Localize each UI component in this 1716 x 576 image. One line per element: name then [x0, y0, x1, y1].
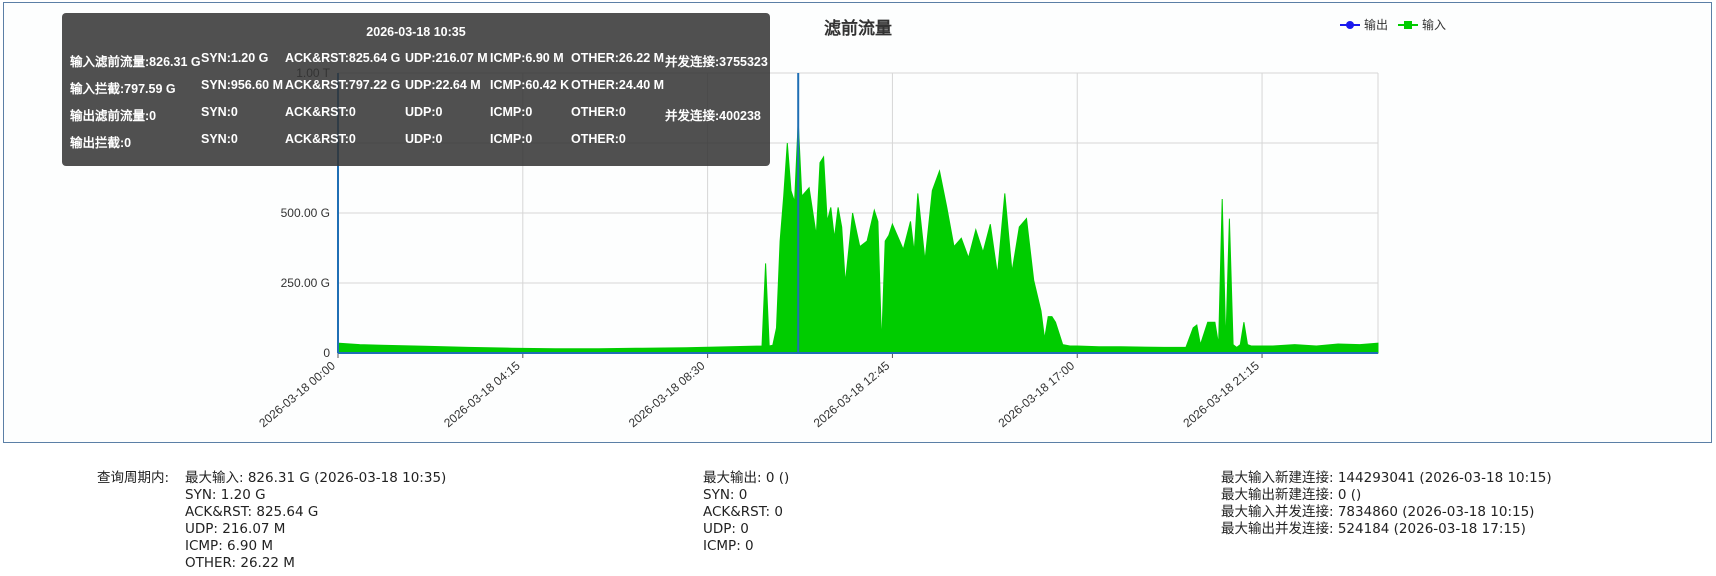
summary-line: 最大输出新建连接: 0 ()	[1221, 487, 1362, 503]
tooltip-title: 2026-03-18 10:35	[366, 25, 466, 39]
legend-item-output[interactable]: 输出	[1340, 16, 1388, 33]
x-tick-label: 2026-03-18 00:00	[256, 358, 338, 430]
summary-line: ICMP: 6.90 M	[185, 538, 274, 554]
summary-line: UDP: 0	[703, 521, 749, 537]
tooltip-cell: ACK&RST:825.64 G	[285, 51, 401, 65]
tooltip-cell: 并发连接:400238	[665, 109, 761, 123]
summary-line: 最大输出并发连接: 524184 (2026-03-18 17:15)	[1221, 521, 1526, 537]
tooltip-cell: ACK&RST:797.22 G	[285, 78, 401, 92]
legend-output-marker	[1340, 19, 1360, 31]
legend-input-marker	[1398, 19, 1419, 31]
summary-line: SYN: 0	[703, 487, 748, 503]
tooltip-cell: ACK&RST:0	[285, 132, 356, 146]
x-tick-label: 2026-03-18 17:00	[996, 358, 1078, 430]
legend-input-label: 输入	[1422, 18, 1447, 32]
tooltip-cell: UDP:0	[405, 132, 443, 146]
x-tick-label: 2026-03-18 21:15	[1180, 358, 1262, 430]
summary-line: 最大输出: 0 ()	[703, 470, 790, 486]
tooltip-cell: 输出滤前流量:0	[70, 109, 157, 123]
tooltip-cell: SYN:1.20 G	[201, 51, 269, 65]
tooltip-cell: SYN:956.60 M	[201, 78, 283, 92]
x-tick-label: 2026-03-18 12:45	[811, 358, 893, 430]
tooltip-cell: 输入滤前流量:826.31 G	[70, 55, 201, 69]
tooltip-cell: ICMP:0	[490, 132, 533, 146]
y-tick-label: 500.00 G	[281, 206, 330, 220]
tooltip-cell: UDP:22.64 M	[405, 78, 481, 92]
tooltip-cell: ICMP:60.42 K	[490, 78, 570, 92]
tooltip: 2026-03-18 10:35 输入滤前流量:826.31 G SYN:1.20…	[62, 13, 770, 166]
summary-line: 最大输入: 826.31 G (2026-03-18 10:35)	[185, 470, 447, 486]
tooltip-cell: 输出拦截:0	[70, 136, 132, 150]
legend: 输出 输入	[1340, 16, 1446, 33]
tooltip-cell: SYN:0	[201, 132, 238, 146]
tooltip-cell: ICMP:6.90 M	[490, 51, 564, 65]
tooltip-cell: OTHER:0	[571, 105, 626, 119]
summary-line: OTHER: 26.22 M	[185, 555, 295, 571]
y-tick-label: 0	[323, 346, 330, 360]
summary-line: 最大输入并发连接: 7834860 (2026-03-18 10:15)	[1221, 504, 1535, 520]
y-tick-label: 250.00 G	[281, 276, 330, 290]
x-tick-label: 2026-03-18 04:15	[441, 358, 523, 430]
tooltip-cell: SYN:0	[201, 105, 238, 119]
tooltip-cell: ICMP:0	[490, 105, 533, 119]
tooltip-cell: ACK&RST:0	[285, 105, 356, 119]
summary-line: SYN: 1.20 G	[185, 487, 266, 503]
tooltip-cell: UDP:0	[405, 105, 443, 119]
summary-line: 最大输入新建连接: 144293041 (2026-03-18 10:15)	[1221, 470, 1552, 486]
tooltip-cell: OTHER:26.22 M	[571, 51, 665, 65]
legend-item-input[interactable]: 输入	[1398, 16, 1446, 33]
tooltip-cell: UDP:216.07 M	[405, 51, 488, 65]
tooltip-cell: 输入拦截:797.59 G	[70, 82, 176, 96]
tooltip-cell: OTHER:0	[571, 132, 626, 146]
tooltip-cell: OTHER:24.40 M	[571, 78, 665, 92]
tooltip-cell: 并发连接:3755323	[665, 55, 768, 69]
summary-line: ACK&RST: 825.64 G	[185, 504, 319, 520]
x-tick-label: 2026-03-18 08:30	[626, 358, 708, 430]
summary-line: UDP: 216.07 M	[185, 521, 286, 537]
legend-output-label: 输出	[1364, 18, 1389, 32]
summary-panel: 查询周期内: 最大输入: 826.31 G (2026-03-18 10:35)…	[0, 468, 1716, 576]
summary-line: ICMP: 0	[703, 538, 754, 554]
summary-line: ACK&RST: 0	[703, 504, 783, 520]
summary-period-label: 查询周期内:	[97, 470, 170, 486]
